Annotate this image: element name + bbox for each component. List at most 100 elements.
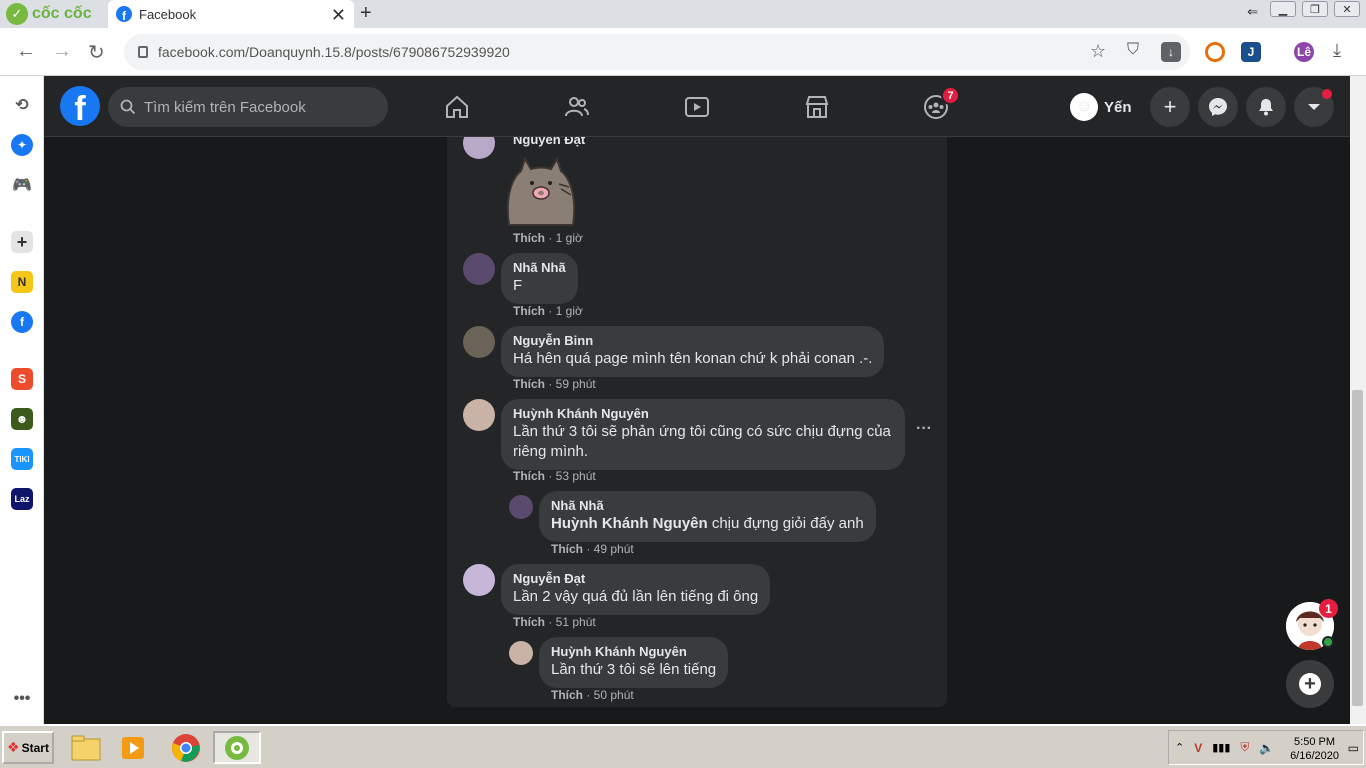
comment-time[interactable]: 50 phút xyxy=(594,688,634,702)
comment-text: Há hên quá page mình tên konan chứ k phả… xyxy=(513,350,873,367)
comment-meta: Thích · 53 phút xyxy=(513,469,596,483)
commenter-name[interactable]: Nguyễn Đạt xyxy=(513,137,585,148)
start-button[interactable]: ❖ Start xyxy=(2,731,54,764)
minimize-icon[interactable]: ▁ xyxy=(1270,1,1296,17)
reload-icon[interactable]: ↻ xyxy=(88,40,105,65)
search-input[interactable]: Tìm kiếm trên Facebook xyxy=(108,87,388,127)
notifications-button[interactable] xyxy=(1246,87,1286,127)
extension-j-icon[interactable]: J xyxy=(1241,42,1261,62)
search-icon xyxy=(120,99,136,115)
coccoc-logo-icon: ✓ xyxy=(6,3,28,25)
like-link[interactable]: Thích xyxy=(551,542,583,556)
facebook-shortcut-icon[interactable]: f xyxy=(11,311,33,333)
like-link[interactable]: Thích xyxy=(513,304,545,318)
game-icon[interactable]: 🎮 xyxy=(11,174,33,196)
lock-icon xyxy=(138,46,148,58)
n-app-icon[interactable]: N xyxy=(11,271,33,293)
groups-notification-badge: 7 xyxy=(941,86,960,105)
friends-icon[interactable] xyxy=(562,92,592,122)
comment-time[interactable]: 51 phút xyxy=(556,615,596,629)
window-controls: ▁ ❐ ✕ xyxy=(1270,1,1360,17)
restore-tabs-icon[interactable]: ⇐ xyxy=(1247,4,1258,20)
chrome-icon[interactable] xyxy=(166,731,206,764)
downloads-icon[interactable]: ⤓ xyxy=(1333,40,1341,61)
extension-circle-icon[interactable] xyxy=(1205,42,1225,62)
navigation-bar: ← → ↻ facebook.com/Doanquynh.15.8/posts/… xyxy=(0,28,1366,76)
game-shortcut-icon[interactable]: ☻ xyxy=(11,408,33,430)
marketplace-icon[interactable] xyxy=(802,92,832,122)
commenter-avatar[interactable] xyxy=(463,564,495,596)
commenter-avatar[interactable] xyxy=(463,326,495,358)
more-options-icon[interactable]: ··· xyxy=(916,420,932,438)
comment-time[interactable]: 1 giờ xyxy=(556,231,583,245)
user-name: Yến xyxy=(1104,98,1132,116)
mention-link[interactable]: Huỳnh Khánh Nguyên xyxy=(551,515,708,532)
comment-time[interactable]: 1 giờ xyxy=(556,304,583,318)
download-page-icon[interactable]: ↓ xyxy=(1161,42,1181,62)
security-tray-icon[interactable]: ⛨ xyxy=(1240,740,1249,755)
commenter-name[interactable]: Nhã Nhã xyxy=(551,498,864,514)
back-icon[interactable]: ← xyxy=(16,40,36,63)
comment-time[interactable]: 49 phút xyxy=(594,542,634,556)
shield-icon[interactable]: ⛉ xyxy=(1127,41,1139,59)
coccoc-brand[interactable]: ✓ cốc cốc xyxy=(6,3,92,25)
forward-icon[interactable]: → xyxy=(52,40,72,63)
watch-icon[interactable] xyxy=(682,92,712,122)
home-icon[interactable] xyxy=(442,92,472,122)
history-icon[interactable]: ⟲ xyxy=(11,94,33,116)
maximize-icon[interactable]: ❐ xyxy=(1302,1,1328,17)
like-link[interactable]: Thích xyxy=(551,688,583,702)
messenger-button[interactable] xyxy=(1198,87,1238,127)
action-center-icon[interactable]: ▭ xyxy=(1348,741,1359,755)
bookmark-star-icon[interactable]: ☆ xyxy=(1090,41,1106,62)
facebook-logo-icon[interactable]: f xyxy=(60,86,100,126)
browser-sidebar: ⟲ ✦ 🎮 + N f S ☻ TIKI Laz ••• xyxy=(0,76,44,724)
scrollbar-thumb[interactable] xyxy=(1352,390,1363,706)
messenger-icon[interactable]: ✦ xyxy=(11,134,33,156)
comment-time[interactable]: 53 phút xyxy=(556,469,596,483)
new-tab-icon[interactable]: + xyxy=(360,2,372,25)
file-explorer-icon[interactable] xyxy=(66,731,106,764)
facebook-header: f Tìm kiếm trên Facebook 7 ☺ Yến + xyxy=(44,76,1366,137)
reply-avatar[interactable] xyxy=(509,495,533,519)
tiki-icon[interactable]: TIKI xyxy=(11,448,33,470)
close-tab-icon[interactable]: ✕ xyxy=(331,5,346,26)
create-button[interactable]: + xyxy=(1150,87,1190,127)
reply-bubble: Huỳnh Khánh Nguyên Lần thứ 3 tôi sẽ lên … xyxy=(539,637,729,688)
close-window-icon[interactable]: ✕ xyxy=(1334,1,1360,17)
commenter-avatar[interactable] xyxy=(463,399,495,431)
like-link[interactable]: Thích xyxy=(513,231,545,245)
reply-avatar[interactable] xyxy=(509,641,533,665)
like-link[interactable]: Thích xyxy=(513,469,545,483)
media-player-icon[interactable] xyxy=(114,731,154,764)
coccoc-taskbar-icon[interactable] xyxy=(213,731,261,764)
clock[interactable]: 5:50 PM 6/16/2020 xyxy=(1290,735,1339,763)
like-link[interactable]: Thích xyxy=(513,377,545,391)
show-hidden-icons-icon[interactable]: ⌃ xyxy=(1175,741,1184,754)
new-message-button[interactable]: + xyxy=(1286,660,1334,708)
network-icon[interactable]: ▮▮▮ xyxy=(1212,741,1230,754)
reply-bubble: Nhã Nhã Huỳnh Khánh Nguyên chịu đựng giỏ… xyxy=(539,491,876,542)
comment-bubble: Nguyễn Đạt Lần 2 vậy quá đủ lần lên tiến… xyxy=(501,564,771,615)
address-bar[interactable]: facebook.com/Doanquynh.15.8/posts/679086… xyxy=(124,34,1190,70)
commenter-avatar[interactable] xyxy=(463,253,495,285)
antivirus-icon[interactable]: V xyxy=(1194,741,1202,755)
tab-facebook[interactable]: f Facebook ✕ xyxy=(108,0,354,28)
commenter-name[interactable]: Huỳnh Khánh Nguyên xyxy=(513,406,893,422)
comment-time[interactable]: 59 phút xyxy=(556,377,596,391)
add-shortcut-icon[interactable]: + xyxy=(11,231,33,253)
commenter-name[interactable]: Nguyễn Binn xyxy=(513,333,872,349)
profile-avatar[interactable]: Lê xyxy=(1294,42,1314,62)
profile-button[interactable]: ☺ Yến xyxy=(1070,91,1132,123)
comment-meta: Thích · 1 giờ xyxy=(513,231,583,245)
lazada-icon[interactable]: Laz xyxy=(11,488,33,510)
commenter-name[interactable]: Huỳnh Khánh Nguyên xyxy=(551,644,716,660)
commenter-avatar[interactable] xyxy=(463,137,495,159)
more-options-icon[interactable]: ••• xyxy=(11,688,33,710)
like-link[interactable]: Thích xyxy=(513,615,545,629)
shopee-icon[interactable]: S xyxy=(11,368,33,390)
volume-icon[interactable]: 🔈 xyxy=(1259,741,1274,755)
online-status-dot xyxy=(1322,636,1334,648)
commenter-name[interactable]: Nhã Nhã xyxy=(513,260,566,276)
commenter-name[interactable]: Nguyễn Đạt xyxy=(513,571,758,587)
